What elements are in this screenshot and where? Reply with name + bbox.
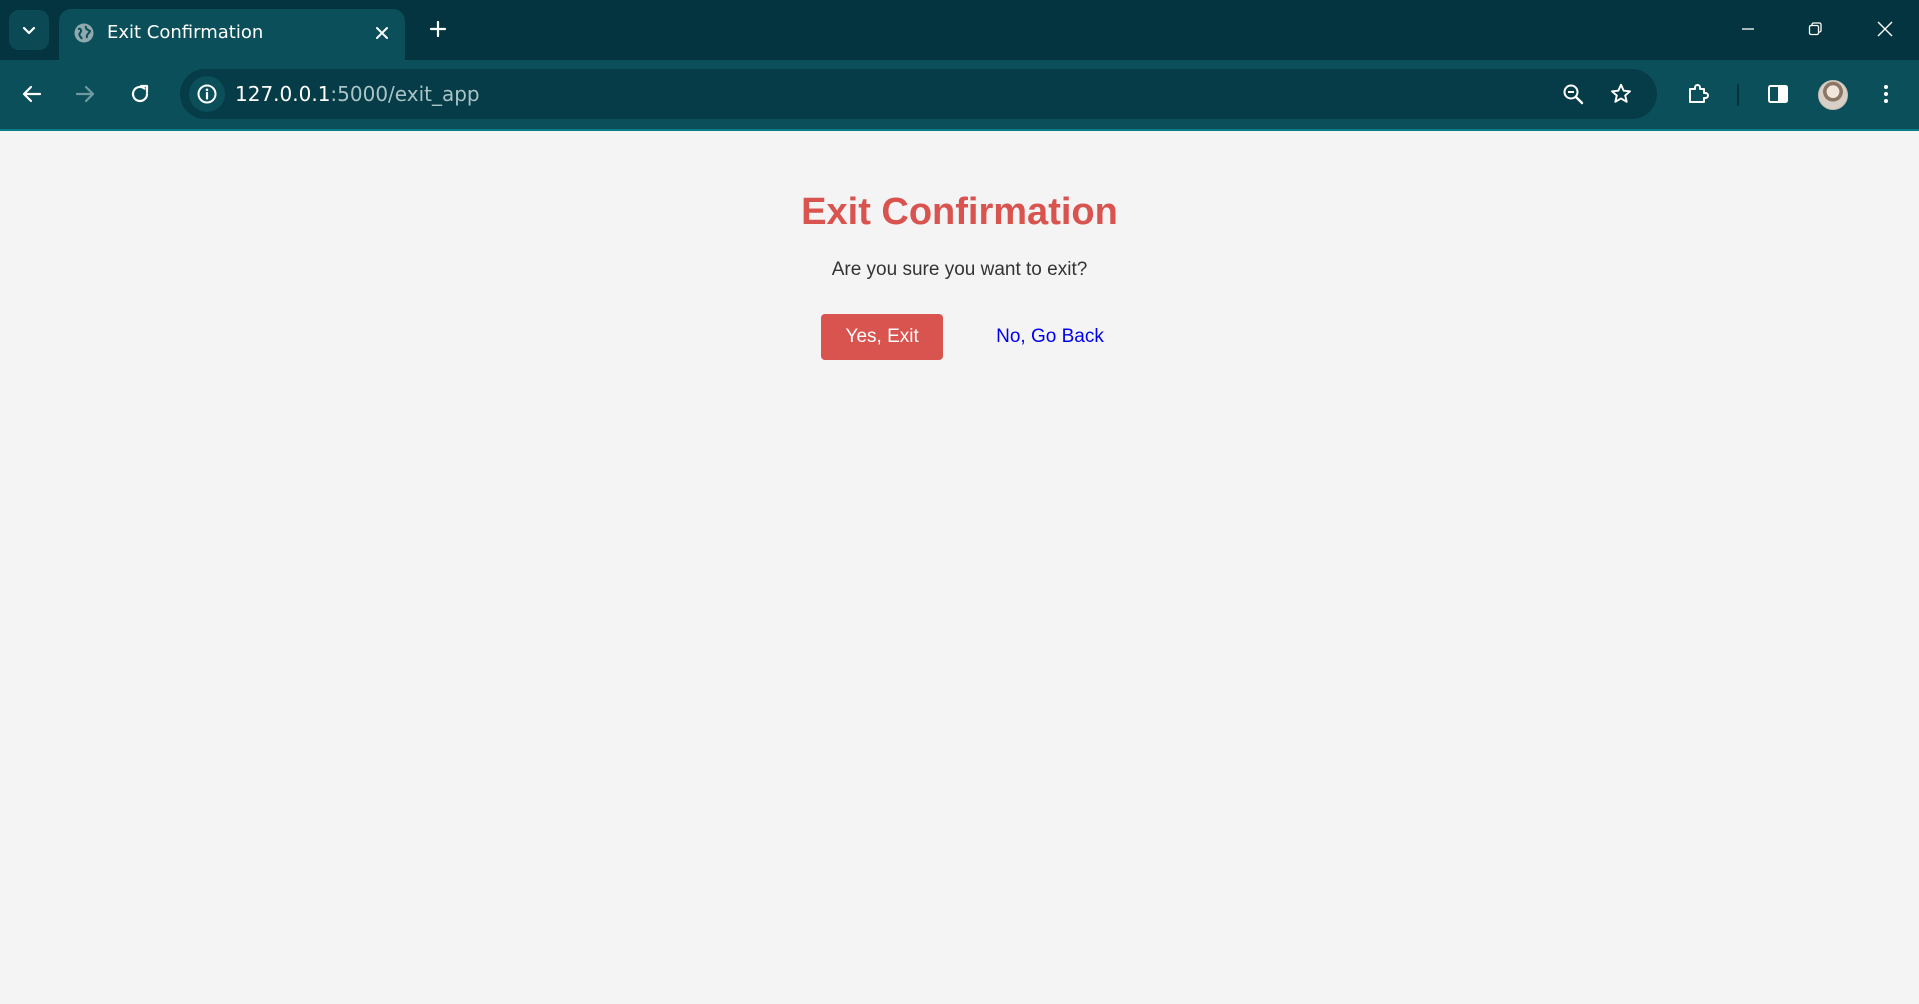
arrow-left-icon: [22, 85, 42, 103]
minimize-icon: [1742, 28, 1754, 30]
back-button[interactable]: [11, 73, 53, 115]
go-back-link[interactable]: No, Go Back: [996, 326, 1104, 348]
star-icon: [1611, 83, 1631, 103]
reload-icon: [131, 84, 149, 103]
confirmation-question: Are you sure you want to exit?: [831, 259, 1088, 280]
restore-button[interactable]: [1792, 8, 1838, 50]
side-panel-icon: [1768, 85, 1788, 103]
chevron-down-icon: [22, 26, 36, 35]
reload-button[interactable]: [119, 73, 161, 115]
url-host: 127.0.0.1: [235, 82, 331, 106]
kebab-menu-icon: [1884, 85, 1888, 103]
new-tab-button[interactable]: [421, 12, 455, 46]
bookmark-button[interactable]: [1603, 76, 1639, 112]
address-bar[interactable]: 127.0.0.1:5000/exit_app: [180, 69, 1657, 119]
site-info-button[interactable]: [189, 76, 225, 112]
restore-icon: [1808, 22, 1822, 36]
page-content: Exit Confirmation Are you sure you want …: [0, 131, 1919, 1004]
minimize-button[interactable]: [1725, 8, 1771, 50]
tab-search-button[interactable]: [9, 10, 49, 50]
browser-toolbar: 127.0.0.1:5000/exit_app: [0, 60, 1919, 131]
browser-menu-button[interactable]: [1865, 73, 1907, 115]
browser-tab[interactable]: Exit Confirmation: [59, 9, 405, 60]
confirmation-actions: Yes, Exit No, Go Back: [0, 314, 1919, 360]
forward-button[interactable]: [64, 73, 106, 115]
extensions-button[interactable]: [1677, 73, 1719, 115]
page-title: Exit Confirmation: [801, 191, 1118, 233]
side-panel-button[interactable]: [1757, 73, 1799, 115]
zoom-out-icon: [1563, 84, 1584, 105]
globe-icon: [72, 21, 96, 45]
tab-close-button[interactable]: [368, 19, 396, 47]
close-icon: [376, 27, 388, 39]
toolbar-separator: [1737, 84, 1739, 106]
confirm-exit-button[interactable]: Yes, Exit: [821, 314, 944, 360]
avatar[interactable]: [1818, 80, 1848, 110]
arrow-right-icon: [75, 85, 95, 103]
zoom-button[interactable]: [1555, 76, 1591, 112]
tab-title: Exit Confirmation: [107, 22, 264, 43]
url-text[interactable]: 127.0.0.1:5000/exit_app: [235, 82, 480, 106]
close-icon: [1877, 21, 1893, 37]
url-path: :5000/exit_app: [330, 82, 480, 106]
window-close-button[interactable]: [1862, 8, 1908, 50]
info-icon: [197, 84, 217, 104]
puzzle-icon: [1689, 84, 1709, 103]
plus-icon: [429, 20, 447, 38]
tab-strip: Exit Confirmation: [0, 0, 1919, 60]
